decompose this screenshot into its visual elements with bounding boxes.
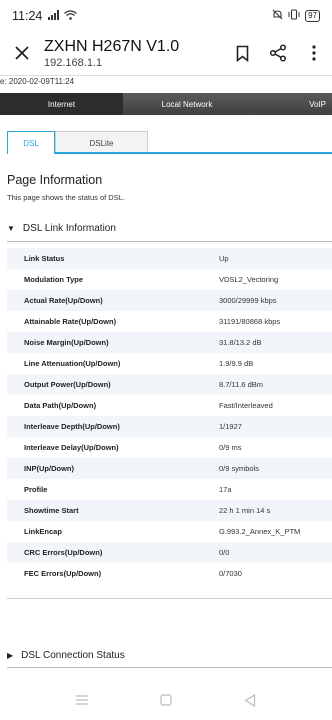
browser-toolbar: ZXHN H267N V1.0 192.168.1.1 <box>0 32 332 74</box>
row-label: Interleave Delay(Up/Down) <box>7 437 219 458</box>
page-description: This page shows the status of DSL. <box>7 193 125 202</box>
table-row: Noise Margin(Up/Down) 31.8/13.2 dB <box>7 332 332 353</box>
recents-menu-icon[interactable] <box>67 685 97 715</box>
row-label: Interleave Depth(Up/Down) <box>7 416 219 437</box>
close-icon[interactable] <box>0 32 44 74</box>
browser-title: ZXHN H267N V1.0 <box>44 38 180 55</box>
row-value: 3000/29999 kbps <box>219 290 332 311</box>
tab-dslite[interactable]: DSLite <box>55 131 148 154</box>
table-bottom-divider <box>7 598 332 599</box>
row-value: 1.9/9.9 dB <box>219 353 332 374</box>
row-value: Fast/Interleaved <box>219 395 332 416</box>
row-value: 0/9 ms <box>219 437 332 458</box>
row-label: Attainable Rate(Up/Down) <box>7 311 219 332</box>
table-row: Interleave Delay(Up/Down) 0/9 ms <box>7 437 332 458</box>
table-row: Modulation Type VDSL2_Vectoring <box>7 269 332 290</box>
more-icon[interactable] <box>296 32 332 74</box>
section-divider <box>7 667 332 668</box>
row-label: Link Status <box>7 248 219 269</box>
table-row: Line Attenuation(Up/Down) 1.9/9.9 dB <box>7 353 332 374</box>
table-row: Profile 17a <box>7 479 332 500</box>
nav-voip[interactable]: VoIP <box>251 93 332 115</box>
row-value: 8.7/11.6 dBm <box>219 374 332 395</box>
row-value: VDSL2_Vectoring <box>219 269 332 290</box>
nav-internet[interactable]: Internet <box>0 93 123 115</box>
status-bar: 11:24 97 <box>0 0 332 32</box>
table-row: Showtime Start 22 h 1 min 14 s <box>7 500 332 521</box>
table-row: Attainable Rate(Up/Down) 31191/80868 kbps <box>7 311 332 332</box>
date-line: e: 2020-02-09T11:24 <box>0 77 75 86</box>
wifi-icon <box>64 9 78 23</box>
clock: 11:24 <box>12 9 43 23</box>
row-label: Modulation Type <box>7 269 219 290</box>
row-label: Data Path(Up/Down) <box>7 395 219 416</box>
bookmark-icon[interactable] <box>224 32 260 74</box>
system-nav-bar <box>0 680 332 720</box>
tab-dsl[interactable]: DSL <box>7 131 55 154</box>
table-row: Data Path(Up/Down) Fast/Interleaved <box>7 395 332 416</box>
row-label: CRC Errors(Up/Down) <box>7 542 219 563</box>
table-row: FEC Errors(Up/Down) 0/7030 <box>7 563 332 584</box>
row-label: Profile <box>7 479 219 500</box>
table-row: Output Power(Up/Down) 8.7/11.6 dBm <box>7 374 332 395</box>
page-title-block: ZXHN H267N V1.0 192.168.1.1 <box>44 35 224 71</box>
table-row: Link Status Up <box>7 248 332 269</box>
row-value: 1/1927 <box>219 416 332 437</box>
section-title: DSL Connection Status <box>21 649 125 661</box>
row-label: INP(Up/Down) <box>7 458 219 479</box>
top-nav: Internet Local Network VoIP <box>0 93 332 115</box>
row-value: G.993.2_Annex_K_PTM <box>219 521 332 542</box>
section-title: DSL Link Information <box>22 222 116 234</box>
table-row: Interleave Depth(Up/Down) 1/1927 <box>7 416 332 437</box>
row-value: 0/9 symbols <box>219 458 332 479</box>
row-label: Output Power(Up/Down) <box>7 374 219 395</box>
row-value: 31191/80868 kbps <box>219 311 332 332</box>
section-dsl-link-information[interactable]: ▼ DSL Link Information <box>7 216 332 240</box>
row-value: 31.8/13.2 dB <box>219 332 332 353</box>
back-icon[interactable] <box>235 685 265 715</box>
row-label: LinkEncap <box>7 521 219 542</box>
row-value: 0/7030 <box>219 563 332 584</box>
row-label: Noise Margin(Up/Down) <box>7 332 219 353</box>
expand-arrow-icon: ▶ <box>7 650 14 660</box>
toolbar-divider <box>0 75 332 76</box>
row-label: Line Attenuation(Up/Down) <box>7 353 219 374</box>
row-label: Actual Rate(Up/Down) <box>7 290 219 311</box>
row-value: Up <box>219 248 332 269</box>
mute-icon <box>272 9 283 23</box>
table-row: CRC Errors(Up/Down) 0/0 <box>7 542 332 563</box>
collapse-arrow-icon: ▼ <box>7 223 15 233</box>
row-label: FEC Errors(Up/Down) <box>7 563 219 584</box>
table-row: Actual Rate(Up/Down) 3000/29999 kbps <box>7 290 332 311</box>
row-label: Showtime Start <box>7 500 219 521</box>
vibrate-icon <box>288 9 300 23</box>
section-divider <box>7 241 332 242</box>
tab-underline <box>7 152 332 154</box>
row-value: 22 h 1 min 14 s <box>219 500 332 521</box>
browser-url[interactable]: 192.168.1.1 <box>44 56 224 71</box>
row-value: 0/0 <box>219 542 332 563</box>
signal-icon <box>48 9 60 23</box>
tab-bar: DSL DSLite <box>7 131 332 154</box>
section-dsl-connection-status[interactable]: ▶ DSL Connection Status <box>7 643 332 667</box>
table-row: INP(Up/Down) 0/9 symbols <box>7 458 332 479</box>
home-icon[interactable] <box>151 685 181 715</box>
dsl-link-table: Link Status Up Modulation Type VDSL2_Vecto… <box>7 248 332 584</box>
row-value: 17a <box>219 479 332 500</box>
table-row: LinkEncap G.993.2_Annex_K_PTM <box>7 521 332 542</box>
page-title: Page Information <box>7 173 103 187</box>
battery-icon: 97 <box>305 10 320 22</box>
nav-local-network[interactable]: Local Network <box>123 93 251 115</box>
share-icon[interactable] <box>260 32 296 74</box>
